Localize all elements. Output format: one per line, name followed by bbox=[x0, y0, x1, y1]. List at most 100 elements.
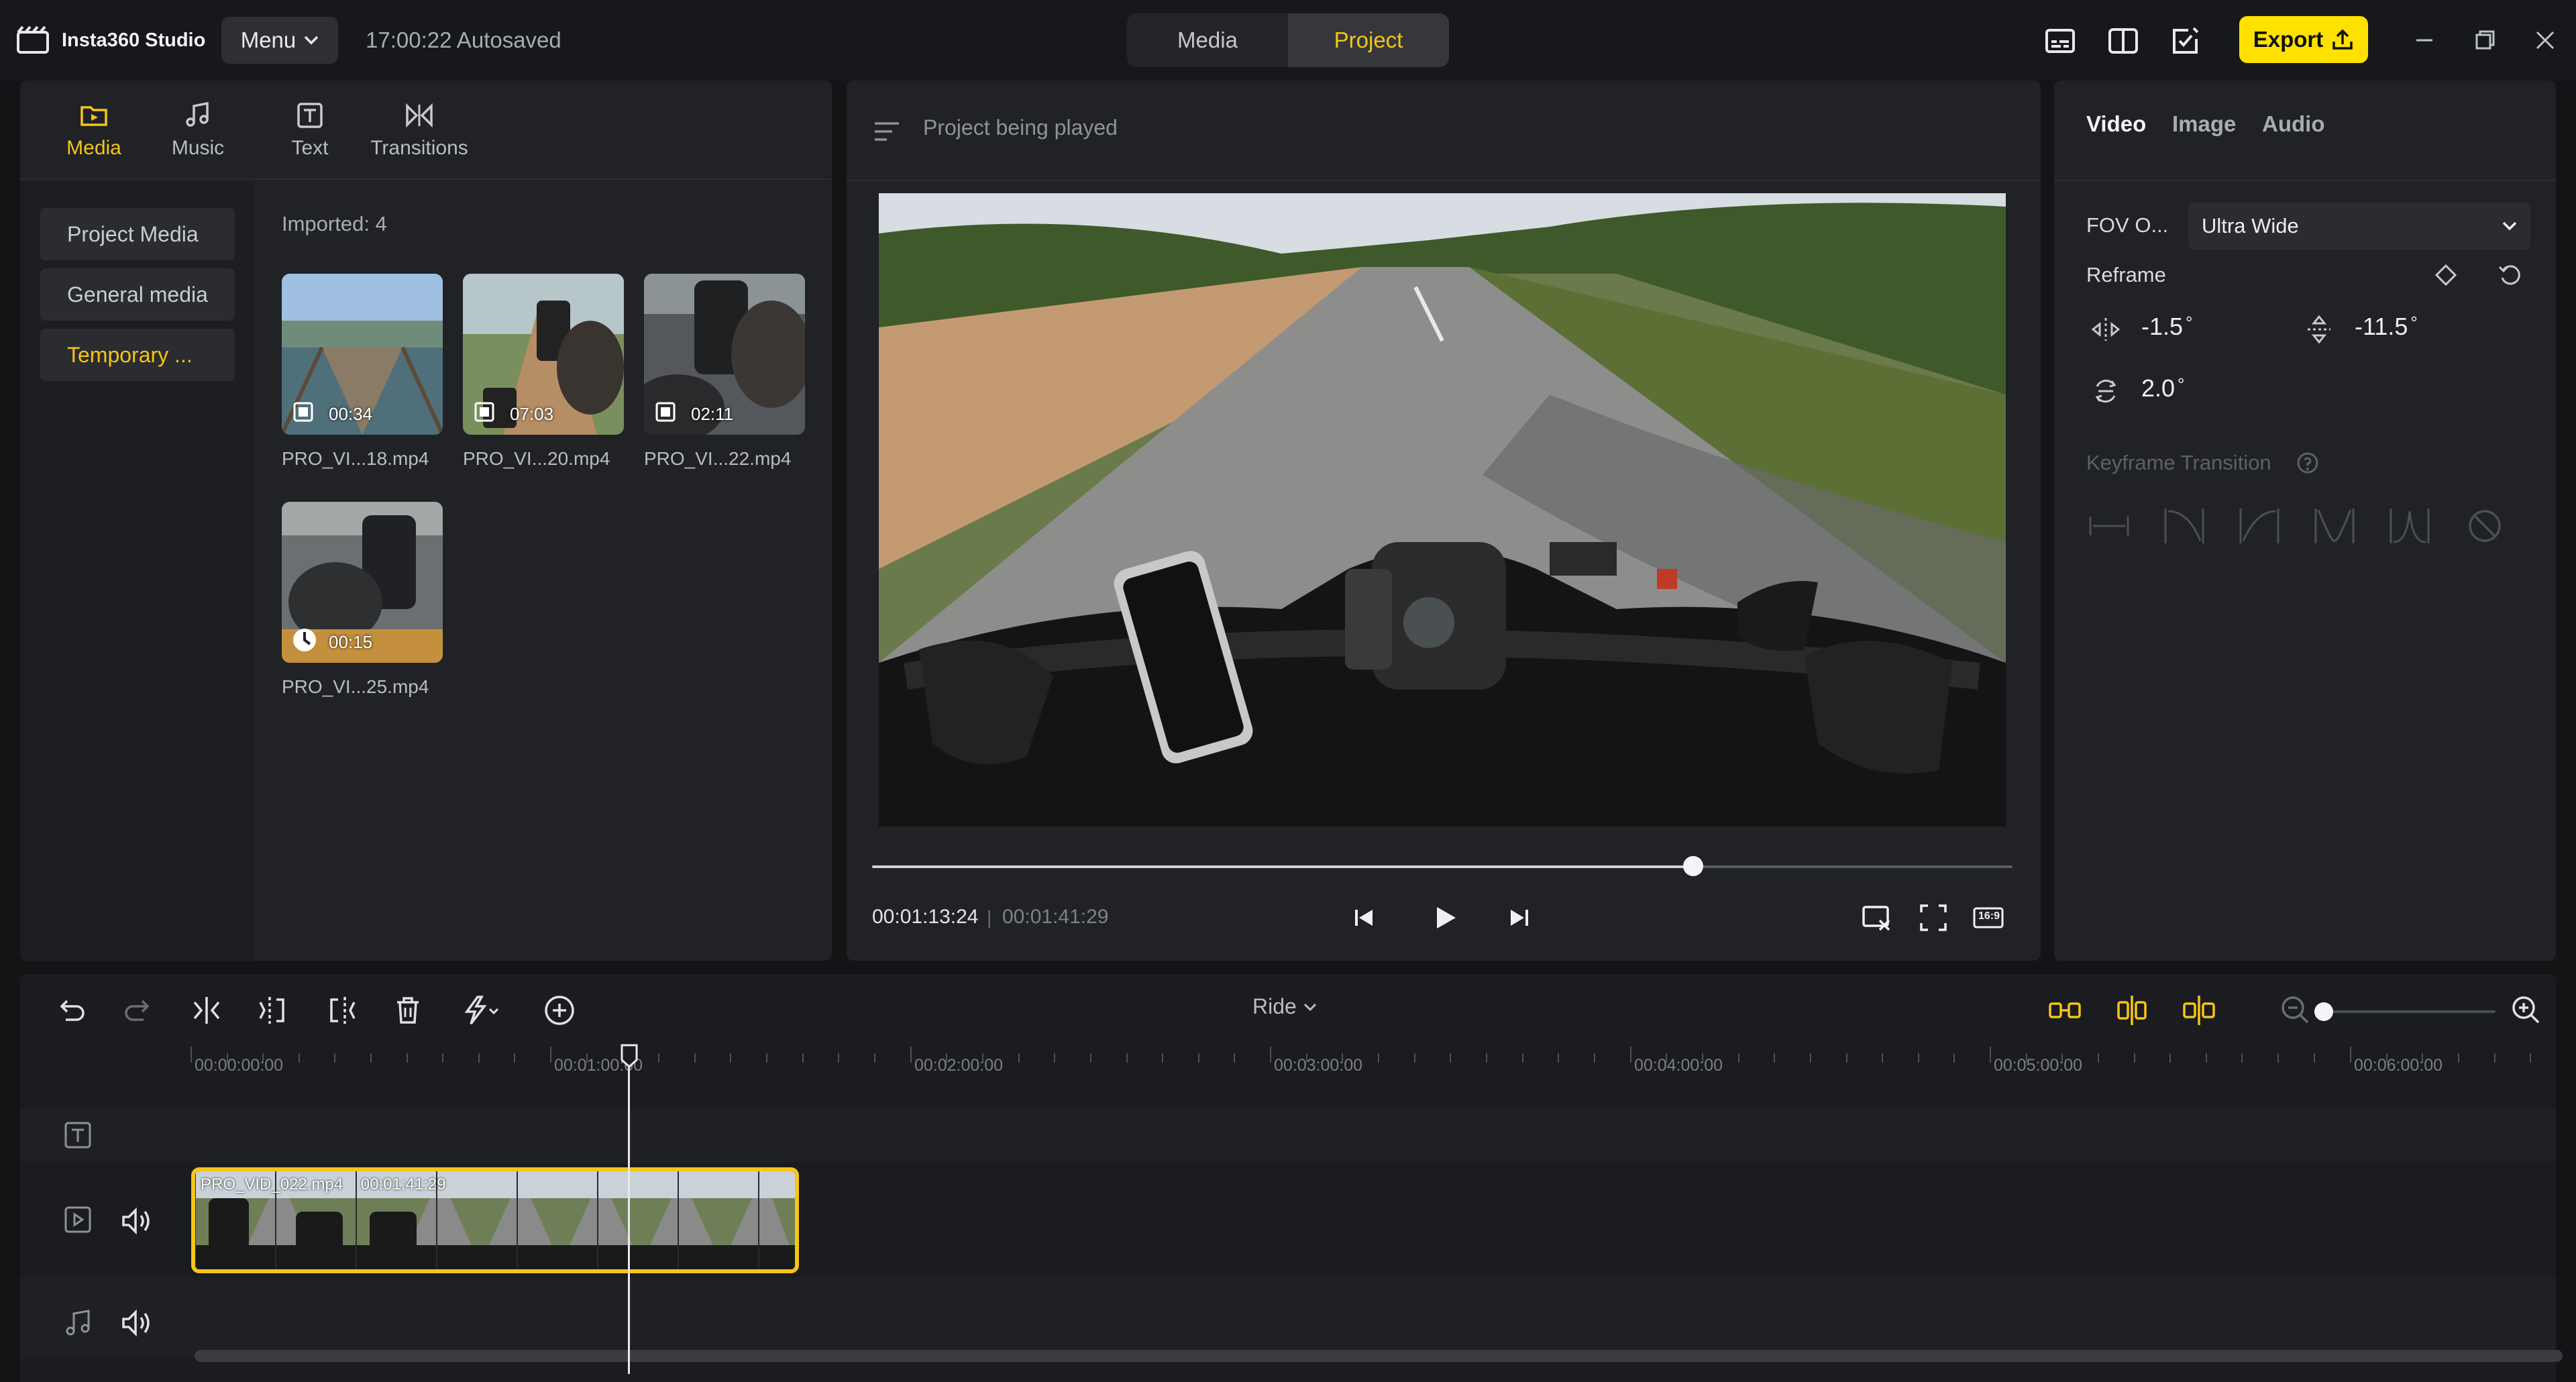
roll-value[interactable]: 2.0 ° bbox=[2141, 374, 2184, 403]
fov-label: FOV O... bbox=[2086, 213, 2169, 237]
ruler-label: 00:03:00:00 bbox=[1274, 1056, 1363, 1075]
horizontal-scrollbar[interactable] bbox=[195, 1350, 2563, 1362]
music-note-icon bbox=[186, 101, 209, 127]
sidebar-item-temporary[interactable]: Temporary ... bbox=[40, 329, 235, 381]
split-icon[interactable] bbox=[188, 992, 225, 1029]
mode-switch: Media Project bbox=[1127, 13, 1449, 67]
crop-screen-icon[interactable] bbox=[1860, 900, 1894, 935]
keyframe-transition-label: Keyframe Transition bbox=[2086, 451, 2271, 474]
fov-select[interactable]: Ultra Wide bbox=[2188, 203, 2530, 250]
tab-image[interactable]: Image bbox=[2172, 111, 2236, 137]
volume-icon[interactable] bbox=[118, 1304, 156, 1342]
tab-media[interactable]: Media bbox=[1127, 13, 1288, 67]
play-icon[interactable] bbox=[1428, 900, 1462, 935]
ruler-label: 00:05:00:00 bbox=[1994, 1056, 2083, 1075]
ruler-label: 00:06:00:00 bbox=[2354, 1056, 2443, 1075]
zoom-in-icon[interactable] bbox=[2508, 992, 2545, 1029]
video-preview[interactable] bbox=[879, 193, 2006, 827]
fov-value: Ultra Wide bbox=[2202, 214, 2299, 237]
list-menu-icon[interactable] bbox=[872, 118, 902, 145]
undo-icon[interactable] bbox=[52, 992, 90, 1029]
media-filename: PRO_VI...20.mp4 bbox=[463, 448, 610, 469]
video-clip-icon bbox=[474, 402, 494, 422]
media-filename: PRO_VI...25.mp4 bbox=[282, 676, 429, 697]
ruler-label: 00:00:00:00 bbox=[195, 1056, 284, 1075]
help-icon[interactable] bbox=[2296, 451, 2320, 475]
aspect-ratio-label: 16:9 bbox=[1978, 910, 2000, 922]
playhead-handle[interactable] bbox=[619, 1043, 639, 1069]
text-icon bbox=[297, 103, 323, 128]
ease-out-curve-icon[interactable] bbox=[2161, 503, 2207, 549]
media-duration: 07:03 bbox=[510, 404, 554, 424]
app-logo-icon bbox=[16, 25, 51, 55]
ease-in-curve-icon[interactable] bbox=[2237, 503, 2282, 549]
close-icon[interactable] bbox=[2529, 24, 2561, 56]
ruler-label: 00:04:00:00 bbox=[1634, 1056, 1723, 1075]
ruler-label: 00:02:00:00 bbox=[914, 1056, 1004, 1075]
no-transition-icon[interactable] bbox=[2462, 503, 2508, 549]
media-thumbnail[interactable]: 00:34 bbox=[282, 274, 443, 435]
linear-curve-icon[interactable] bbox=[2086, 503, 2132, 549]
fullscreen-icon[interactable] bbox=[1916, 900, 1951, 935]
volume-icon[interactable] bbox=[118, 1202, 156, 1240]
aspect-ratio-icon[interactable]: 16:9 bbox=[1971, 900, 2006, 935]
skip-forward-icon[interactable] bbox=[1501, 900, 1536, 935]
media-thumbnail[interactable]: 07:03 bbox=[463, 274, 624, 435]
transitions-icon bbox=[406, 103, 433, 128]
tab-project[interactable]: Project bbox=[1288, 13, 1449, 67]
delete-icon[interactable] bbox=[389, 992, 427, 1029]
redo-icon[interactable] bbox=[119, 992, 157, 1029]
pan-value[interactable]: -1.5 ° bbox=[2141, 313, 2192, 341]
restore-icon[interactable] bbox=[2469, 24, 2501, 56]
zoom-slider-handle[interactable] bbox=[2314, 1002, 2333, 1021]
minimize-icon[interactable] bbox=[2408, 24, 2440, 56]
trim-right-icon[interactable] bbox=[322, 992, 360, 1029]
chevron-down-icon bbox=[2502, 221, 2517, 231]
compare-view-icon[interactable] bbox=[2106, 24, 2140, 58]
bounce-curve-icon[interactable] bbox=[2387, 503, 2432, 549]
app-name: Insta360 Studio bbox=[62, 30, 206, 51]
timeline-clip[interactable]: PRO_VID_022.mp4 00:01:41:29 bbox=[191, 1167, 799, 1273]
tab-video[interactable]: Video bbox=[2086, 111, 2146, 137]
snap-center-icon[interactable] bbox=[2113, 992, 2151, 1029]
add-icon[interactable] bbox=[541, 992, 578, 1029]
edit-note-icon[interactable] bbox=[2169, 24, 2203, 58]
speed-ramp-icon[interactable] bbox=[455, 992, 508, 1029]
playhead[interactable] bbox=[628, 1051, 630, 1374]
preset-select[interactable]: Ride bbox=[1252, 994, 1317, 1019]
tab-music[interactable]: Music bbox=[171, 101, 225, 174]
media-duration: 00:34 bbox=[329, 404, 373, 424]
subtitle-icon[interactable] bbox=[2043, 24, 2077, 58]
menu-button[interactable]: Menu bbox=[221, 17, 338, 64]
export-button[interactable]: Export bbox=[2239, 16, 2368, 63]
ease-in-out-curve-icon[interactable] bbox=[2312, 503, 2357, 549]
scrubber-handle[interactable] bbox=[1683, 856, 1703, 876]
media-thumbnail[interactable]: 02:11 bbox=[644, 274, 805, 435]
tab-transitions[interactable]: Transitions bbox=[369, 101, 470, 174]
tilt-value[interactable]: -11.5 ° bbox=[2355, 313, 2418, 341]
media-thumbnail[interactable]: 00:15 bbox=[282, 502, 443, 663]
tab-audio[interactable]: Audio bbox=[2262, 111, 2324, 137]
playback-scrubber[interactable] bbox=[872, 865, 2012, 868]
tilt-icon bbox=[2302, 313, 2336, 346]
tab-media-library[interactable]: Media bbox=[66, 101, 121, 174]
trim-left-icon[interactable] bbox=[255, 992, 292, 1029]
imported-count: Imported: 4 bbox=[282, 212, 387, 235]
audio-track[interactable] bbox=[20, 1277, 2556, 1358]
library-sidebar: Project Media General media Temporary ..… bbox=[20, 181, 255, 961]
sidebar-item-project-media[interactable]: Project Media bbox=[40, 208, 235, 260]
zoom-out-icon[interactable] bbox=[2277, 992, 2314, 1029]
keyframe-diamond-icon[interactable] bbox=[2432, 262, 2459, 288]
reset-icon[interactable] bbox=[2497, 262, 2524, 288]
text-track[interactable] bbox=[20, 1108, 2556, 1162]
media-filename: PRO_VI...18.mp4 bbox=[282, 448, 429, 469]
skip-back-icon[interactable] bbox=[1347, 900, 1382, 935]
video-clip-icon bbox=[655, 402, 676, 422]
timeline-panel: Ride 00:00:00:00 00:01:00:00 00:02:00:00… bbox=[20, 974, 2563, 1382]
sidebar-item-general-media[interactable]: General media bbox=[40, 268, 235, 321]
tab-text[interactable]: Text bbox=[283, 101, 337, 174]
snap-edges-icon[interactable] bbox=[2180, 992, 2218, 1029]
link-clip-icon[interactable] bbox=[2046, 992, 2084, 1029]
media-library-panel: Media Music Text Transitions Project Med… bbox=[20, 81, 832, 961]
zoom-slider[interactable] bbox=[2314, 1010, 2496, 1013]
